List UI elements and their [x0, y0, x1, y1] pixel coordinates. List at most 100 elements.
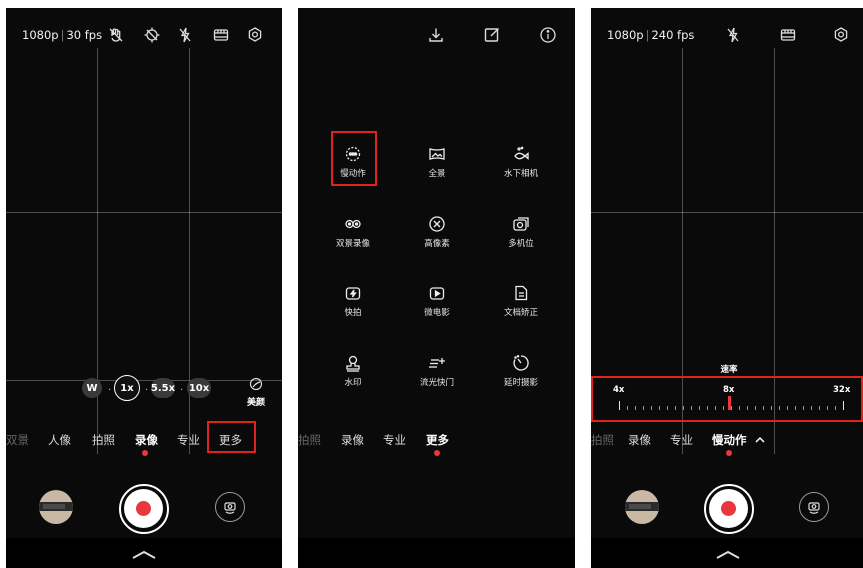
mode-video[interactable]: 录像: [628, 432, 651, 448]
rate-tick: [755, 406, 756, 410]
watermark-icon: [346, 355, 360, 372]
zoom-5-5x-button[interactable]: 5.5x: [151, 378, 175, 398]
target-lock-icon[interactable]: [143, 26, 161, 44]
menu-label: 全景: [428, 169, 446, 179]
rate-tick: [763, 406, 764, 410]
light-painting-icon: [429, 358, 445, 368]
rate-tick: [643, 406, 644, 410]
record-button[interactable]: [704, 484, 754, 534]
time-lapse-icon: [513, 355, 529, 371]
menu-label: 水下相机: [503, 169, 538, 179]
anti-shake-off-icon[interactable]: [107, 26, 125, 44]
more-highlight-box: [207, 421, 256, 453]
menu-time-lapse[interactable]: 延时摄影: [493, 354, 549, 388]
mode-photo[interactable]: 拍照: [92, 432, 115, 448]
mode-video[interactable]: 录像: [341, 432, 364, 448]
navigation-bar: [6, 538, 282, 568]
quick-shot-icon: [345, 287, 361, 300]
zoom-1x-label: 1x: [120, 382, 134, 394]
rate-tick: [779, 406, 780, 410]
menu-light-painting[interactable]: 流光快门: [409, 354, 465, 388]
mode-pro[interactable]: 专业: [670, 432, 693, 448]
rate-tick: [723, 406, 724, 410]
rate-tick: [715, 406, 716, 410]
gallery-thumbnail[interactable]: [625, 490, 659, 524]
document-correction-icon: [515, 285, 528, 301]
menu-document-correction[interactable]: 文档矫正: [493, 284, 549, 318]
menu-quick-shot[interactable]: 快拍: [325, 284, 381, 318]
settings-icon[interactable]: [832, 26, 850, 44]
fps-label: 30 fps: [66, 28, 103, 42]
beauty-button[interactable]: 美颜: [244, 376, 268, 408]
mode-dual-view[interactable]: 双景: [6, 432, 29, 448]
navigation-bar: [298, 538, 575, 568]
zoom-5-5x-label: 5.5x: [150, 382, 176, 394]
switch-camera-button[interactable]: [215, 492, 245, 522]
rate-tick: [651, 406, 652, 410]
flash-off-icon[interactable]: [724, 26, 742, 44]
zoom-10x-button[interactable]: 10x: [187, 378, 211, 398]
micro-movie-icon: [429, 287, 445, 300]
menu-high-pixel[interactable]: 高像素: [409, 215, 465, 249]
high-pixel-icon: [429, 216, 445, 232]
rate-selector-highlight-box: [591, 376, 863, 422]
menu-label: 延时摄影: [503, 378, 538, 388]
rate-selected-marker[interactable]: [728, 396, 731, 410]
resolution-fps-label[interactable]: 1080p | 240 fps: [607, 28, 694, 42]
resolution-fps-label[interactable]: 1080p | 30 fps: [22, 28, 102, 42]
rate-tick: [627, 406, 628, 410]
mode-video[interactable]: 录像: [135, 432, 158, 448]
gallery-thumbnail[interactable]: [39, 490, 73, 524]
rate-tick: [707, 406, 708, 410]
menu-label: 文档矫正: [503, 308, 538, 318]
rate-tick: [795, 406, 796, 410]
mode-slow-motion[interactable]: 慢动作: [712, 432, 747, 448]
rate-tick: [827, 406, 828, 410]
rate-tick: [771, 406, 772, 410]
slow-motion-screen: 1080p | 240 fps 速率 4x 8x 32x 拍照 录像 专业 慢动作: [591, 8, 863, 568]
film-strip-icon[interactable]: [779, 26, 797, 44]
mode-photo[interactable]: 拍照: [591, 432, 614, 448]
rate-tick: [699, 406, 700, 410]
mode-pro[interactable]: 专业: [383, 432, 406, 448]
switch-camera-button[interactable]: [799, 492, 829, 522]
rate-tick: [811, 406, 812, 410]
mode-photo[interactable]: 拍照: [298, 432, 321, 448]
active-mode-indicator: [142, 450, 148, 456]
flash-off-icon[interactable]: [176, 26, 194, 44]
zoom-wide-label: W: [86, 382, 98, 394]
mode-more[interactable]: 更多: [426, 432, 449, 448]
rate-label-4x[interactable]: 4x: [613, 385, 624, 395]
download-icon[interactable]: [427, 26, 445, 44]
grid-line: [6, 212, 282, 213]
active-mode-indicator: [726, 450, 732, 456]
menu-dual-view-video[interactable]: 双景录像: [325, 215, 381, 249]
zoom-separator: ·: [145, 385, 149, 396]
rate-title: 速率: [720, 365, 738, 375]
menu-watermark[interactable]: 水印: [325, 354, 381, 388]
rate-label-32x[interactable]: 32x: [833, 385, 850, 395]
edit-icon[interactable]: [483, 26, 501, 44]
multi-camera-icon: [513, 217, 529, 231]
mode-pro[interactable]: 专业: [177, 432, 200, 448]
zoom-wide-button[interactable]: W: [82, 378, 102, 398]
rate-tick: [667, 406, 668, 410]
film-strip-icon[interactable]: [212, 26, 230, 44]
record-button[interactable]: [119, 484, 169, 534]
menu-multi-camera[interactable]: 多机位: [493, 215, 549, 249]
rate-tick: [843, 401, 844, 410]
info-icon[interactable]: [539, 26, 557, 44]
menu-underwater-camera[interactable]: 水下相机: [493, 145, 549, 179]
grid-line: [591, 212, 863, 213]
chevron-up-icon[interactable]: [131, 550, 157, 560]
menu-micro-movie[interactable]: 微电影: [409, 284, 465, 318]
mode-portrait[interactable]: 人像: [48, 432, 71, 448]
settings-icon[interactable]: [246, 26, 264, 44]
zoom-10x-label: 10x: [188, 382, 210, 394]
chevron-up-icon[interactable]: [715, 550, 741, 560]
rate-label-8x[interactable]: 8x: [723, 385, 734, 395]
chevron-up-icon[interactable]: [755, 436, 765, 443]
zoom-1x-button[interactable]: 1x: [114, 375, 140, 401]
underwater-camera-icon: [514, 146, 529, 160]
menu-panorama[interactable]: 全景: [409, 145, 465, 179]
